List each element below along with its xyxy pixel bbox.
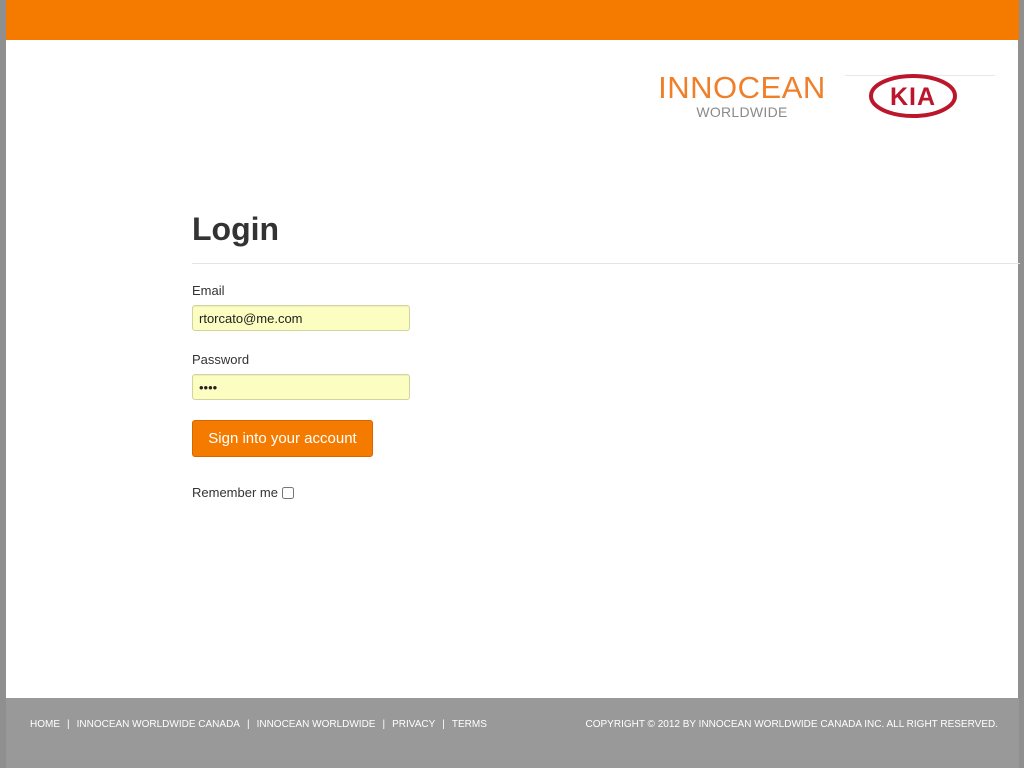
page-title: Login <box>192 211 280 247</box>
footer-separator: | <box>67 719 70 730</box>
sign-in-button[interactable]: Sign into your account <box>192 420 373 457</box>
kia-logo-text: KIA <box>890 83 936 111</box>
remember-me-checkbox[interactable] <box>281 486 294 499</box>
window-edge-left <box>0 0 6 768</box>
email-field[interactable] <box>192 305 410 331</box>
kia-logo-icon: KIA <box>869 74 957 118</box>
footer-link-home[interactable]: HOME <box>30 719 60 730</box>
footer-link-innocean-canada[interactable]: INNOCEAN WORLDWIDE CANADA <box>77 719 240 730</box>
footer-link-innocean-worldwide[interactable]: INNOCEAN WORLDWIDE <box>257 719 376 730</box>
password-field[interactable] <box>192 374 410 400</box>
logo-area: INNOCEAN WORLDWIDE KIA <box>640 72 1000 132</box>
footer: HOME | INNOCEAN WORLDWIDE CANADA | INNOCEAN … <box>6 698 1019 768</box>
footer-link-terms[interactable]: TERMS <box>452 719 487 730</box>
innocean-logo-main: INNOCEAN <box>658 70 826 105</box>
password-label: Password <box>192 352 250 367</box>
remember-me-row: Remember me <box>192 485 294 500</box>
footer-link-privacy[interactable]: PRIVACY <box>392 719 435 730</box>
email-label: Email <box>192 283 225 298</box>
footer-separator: | <box>246 719 250 730</box>
innocean-logo-icon: INNOCEAN WORLDWIDE <box>656 72 828 119</box>
footer-separator: | <box>382 719 386 730</box>
page: INNOCEAN WORLDWIDE KIA Login Email Passw… <box>0 0 1024 768</box>
copyright-text: COPYRIGHT © 2012 BY INNOCEAN WORLDWIDE C… <box>585 719 998 730</box>
innocean-logo-sub: WORLDWIDE <box>696 104 788 120</box>
window-edge-right <box>1018 0 1024 768</box>
footer-separator: | <box>442 719 445 730</box>
top-bar <box>6 0 1019 40</box>
remember-me-label: Remember me <box>192 485 278 500</box>
footer-nav: HOME | INNOCEAN WORLDWIDE CANADA | INNOCEAN … <box>30 719 487 730</box>
title-divider <box>192 263 1020 264</box>
